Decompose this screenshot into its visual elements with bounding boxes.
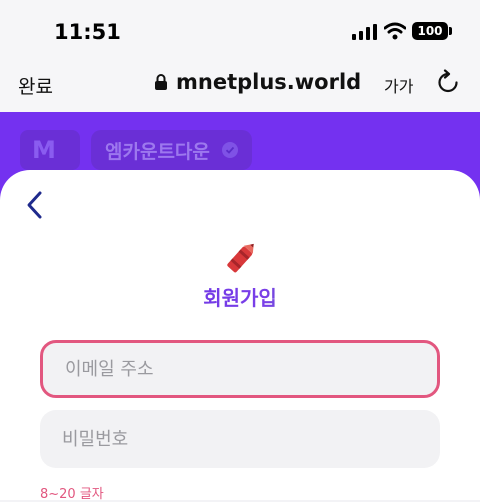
status-bar: 11:51 100 — [0, 0, 480, 62]
mnet-logo: M — [20, 130, 80, 170]
email-field[interactable] — [40, 340, 440, 398]
signup-sheet: 회원가입 8~20 글자 — [0, 170, 480, 502]
lock-icon — [155, 74, 167, 90]
crayon-icon — [227, 243, 254, 273]
signal-icon — [352, 24, 377, 40]
browser-toolbar: 완료 mnetplus.world 가가 — [0, 62, 480, 112]
text-size-button[interactable]: 가가 — [384, 73, 413, 97]
password-input[interactable] — [40, 410, 440, 468]
back-chevron-icon[interactable] — [24, 190, 44, 220]
address-bar[interactable]: mnetplus.world — [154, 70, 361, 94]
wifi-icon — [384, 22, 406, 40]
battery-cap — [449, 27, 452, 35]
chip-label: 엠카운트다운 — [105, 140, 210, 163]
done-button[interactable]: 완료 — [18, 72, 53, 99]
battery-icon: 100 — [412, 22, 448, 40]
program-chip[interactable]: 엠카운트다운 — [91, 130, 252, 170]
email-input[interactable] — [43, 343, 437, 395]
reload-icon[interactable] — [436, 69, 460, 95]
status-time: 11:51 — [54, 20, 121, 44]
url-text: mnetplus.world — [176, 70, 362, 94]
page-title: 회원가입 — [0, 282, 480, 311]
password-field[interactable] — [40, 410, 440, 468]
check-icon — [221, 142, 238, 158]
